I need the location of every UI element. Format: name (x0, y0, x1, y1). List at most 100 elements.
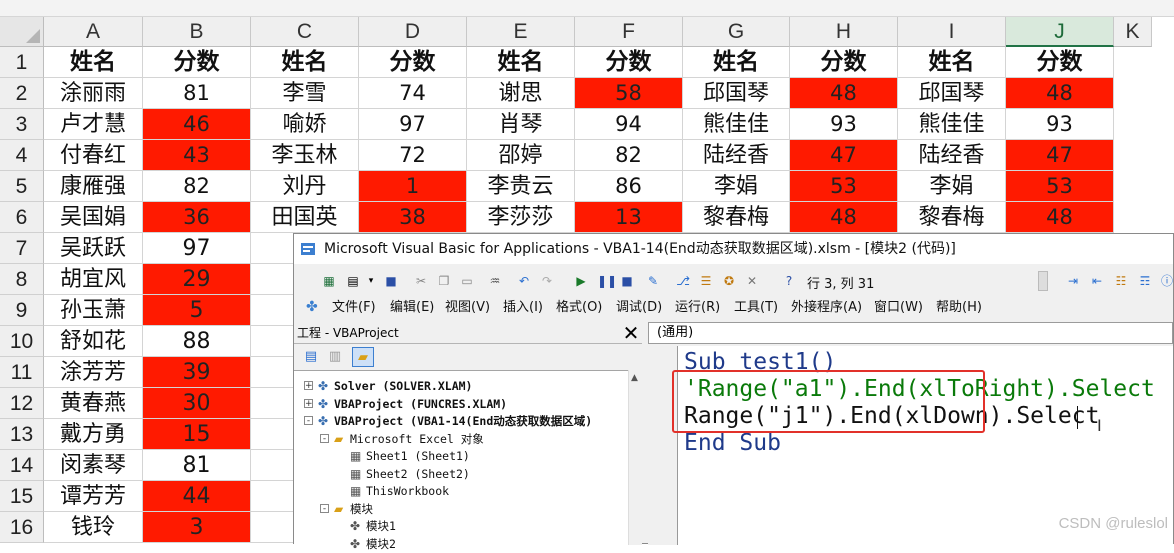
cell[interactable]: 卢才慧 (44, 109, 143, 140)
cell[interactable]: 13 (575, 202, 683, 233)
outdent-icon[interactable]: ⇤ (1090, 274, 1104, 288)
row-header[interactable]: 15 (0, 481, 44, 512)
column-header-i[interactable]: I (898, 17, 1006, 47)
cell[interactable]: 黎春梅 (898, 202, 1006, 233)
tree-node[interactable]: Solver (SOLVER.XLAM) (334, 377, 472, 395)
cell[interactable]: 李雪 (251, 78, 359, 109)
cell[interactable]: 喻娇 (251, 109, 359, 140)
cell[interactable]: 舒如花 (44, 326, 143, 357)
cell[interactable]: 姓名 (251, 47, 359, 78)
cell[interactable]: 黎春梅 (683, 202, 790, 233)
cell[interactable]: 熊佳佳 (683, 109, 790, 140)
indent-icon[interactable]: ⇥ (1066, 274, 1080, 288)
row-header[interactable]: 11 (0, 357, 44, 388)
menu-run[interactable]: 运行(R) (675, 299, 720, 317)
undo-icon[interactable]: ↶ (517, 274, 531, 288)
cell[interactable]: 分数 (359, 47, 467, 78)
cell[interactable]: 李娟 (898, 171, 1006, 202)
paste-icon[interactable]: ▭ (460, 274, 474, 288)
cell[interactable]: 53 (790, 171, 898, 202)
properties-icon[interactable]: ☰ (699, 274, 713, 288)
project-tree-scrollbar[interactable]: ▲ (628, 370, 642, 545)
cell[interactable]: 康雁强 (44, 171, 143, 202)
tree-expand-toggle[interactable]: - (304, 416, 313, 426)
cell[interactable]: 姓名 (898, 47, 1006, 78)
cell[interactable]: 戴方勇 (44, 419, 143, 450)
tree-node[interactable]: VBAProject (VBA1-14(End动态获取数据区域) (334, 412, 592, 430)
column-header-k[interactable]: K (1114, 17, 1152, 47)
cell[interactable]: 47 (1006, 140, 1114, 171)
cell[interactable]: 44 (143, 481, 251, 512)
menu-tools[interactable]: 工具(T) (734, 299, 778, 317)
cell[interactable]: 钱玲 (44, 512, 143, 543)
redo-icon[interactable]: ↷ (540, 274, 554, 288)
cell[interactable]: 涂丽雨 (44, 78, 143, 109)
row-header[interactable]: 10 (0, 326, 44, 357)
cell[interactable]: 孙玉萧 (44, 295, 143, 326)
cell[interactable]: 田国英 (251, 202, 359, 233)
cell[interactable]: 86 (575, 171, 683, 202)
row-header[interactable]: 2 (0, 78, 44, 109)
project-explorer-close-button[interactable]: ✕ (620, 322, 642, 344)
cell[interactable]: 36 (143, 202, 251, 233)
object-dropdown[interactable]: (通用) (648, 322, 1173, 344)
column-header-g[interactable]: G (683, 17, 790, 47)
cell[interactable]: 29 (143, 264, 251, 295)
cell[interactable]: 涂芳芳 (44, 357, 143, 388)
view-code-icon[interactable]: ▤ (302, 348, 320, 366)
cell[interactable]: 47 (790, 140, 898, 171)
cell[interactable]: 邱国琴 (683, 78, 790, 109)
column-header-h[interactable]: H (790, 17, 898, 47)
vbe-menu-icon[interactable]: ✤ (306, 299, 318, 315)
cell[interactable]: 李贵云 (467, 171, 575, 202)
column-header-a[interactable]: A (44, 17, 143, 47)
cell[interactable]: 97 (143, 233, 251, 264)
excel-view-icon[interactable]: ▦ (322, 274, 336, 288)
insert-module-icon[interactable]: ▤ (346, 274, 360, 288)
cell[interactable]: 38 (359, 202, 467, 233)
cell[interactable]: 陆经香 (683, 140, 790, 171)
row-header[interactable]: 5 (0, 171, 44, 202)
tree-node[interactable]: Sheet2 (Sheet2) (366, 465, 470, 483)
tree-node[interactable]: 模块 (350, 500, 373, 518)
row-header[interactable]: 16 (0, 512, 44, 543)
code-line-4[interactable]: End Sub (684, 430, 781, 457)
cell[interactable]: 93 (790, 109, 898, 140)
column-header-f[interactable]: F (575, 17, 683, 47)
cell[interactable]: 53 (1006, 171, 1114, 202)
tree-node[interactable]: Microsoft Excel 对象 (350, 430, 484, 448)
cell[interactable]: 姓名 (467, 47, 575, 78)
tree-expand-toggle[interactable]: - (320, 433, 329, 443)
row-header[interactable]: 6 (0, 202, 44, 233)
reset-icon[interactable]: ■ (620, 274, 634, 288)
cell[interactable]: 30 (143, 388, 251, 419)
cell[interactable]: 邵婷 (467, 140, 575, 171)
menu-addins[interactable]: 外接程序(A) (791, 299, 862, 317)
dropdown-arrow-icon[interactable]: ▾ (364, 274, 378, 288)
menu-format[interactable]: 格式(O) (556, 299, 602, 317)
column-header-c[interactable]: C (251, 17, 359, 47)
cell[interactable]: 黄春燕 (44, 388, 143, 419)
cell[interactable]: 肖琴 (467, 109, 575, 140)
help-icon[interactable]: ? (782, 274, 796, 288)
cell[interactable]: 82 (143, 171, 251, 202)
menu-debug[interactable]: 调试(D) (616, 299, 662, 317)
cell[interactable]: 邱国琴 (898, 78, 1006, 109)
menu-view[interactable]: 视图(V) (445, 299, 490, 317)
cell[interactable]: 81 (143, 450, 251, 481)
copy-icon[interactable]: ❐ (437, 274, 451, 288)
column-header-e[interactable]: E (467, 17, 575, 47)
cell[interactable]: 谭芳芳 (44, 481, 143, 512)
list-constants-icon[interactable]: ☶ (1138, 274, 1152, 288)
column-header-d[interactable]: D (359, 17, 467, 47)
select-all-corner[interactable] (0, 17, 44, 47)
cell[interactable]: 李玉林 (251, 140, 359, 171)
toolbar-overflow-button[interactable] (1038, 271, 1048, 291)
cell[interactable]: 58 (575, 78, 683, 109)
cell[interactable]: 付春红 (44, 140, 143, 171)
cell[interactable]: 48 (790, 78, 898, 109)
column-header-j[interactable]: J (1006, 17, 1114, 47)
cell[interactable]: 熊佳佳 (898, 109, 1006, 140)
cell[interactable]: 48 (1006, 202, 1114, 233)
cut-icon[interactable]: ✂ (414, 274, 428, 288)
